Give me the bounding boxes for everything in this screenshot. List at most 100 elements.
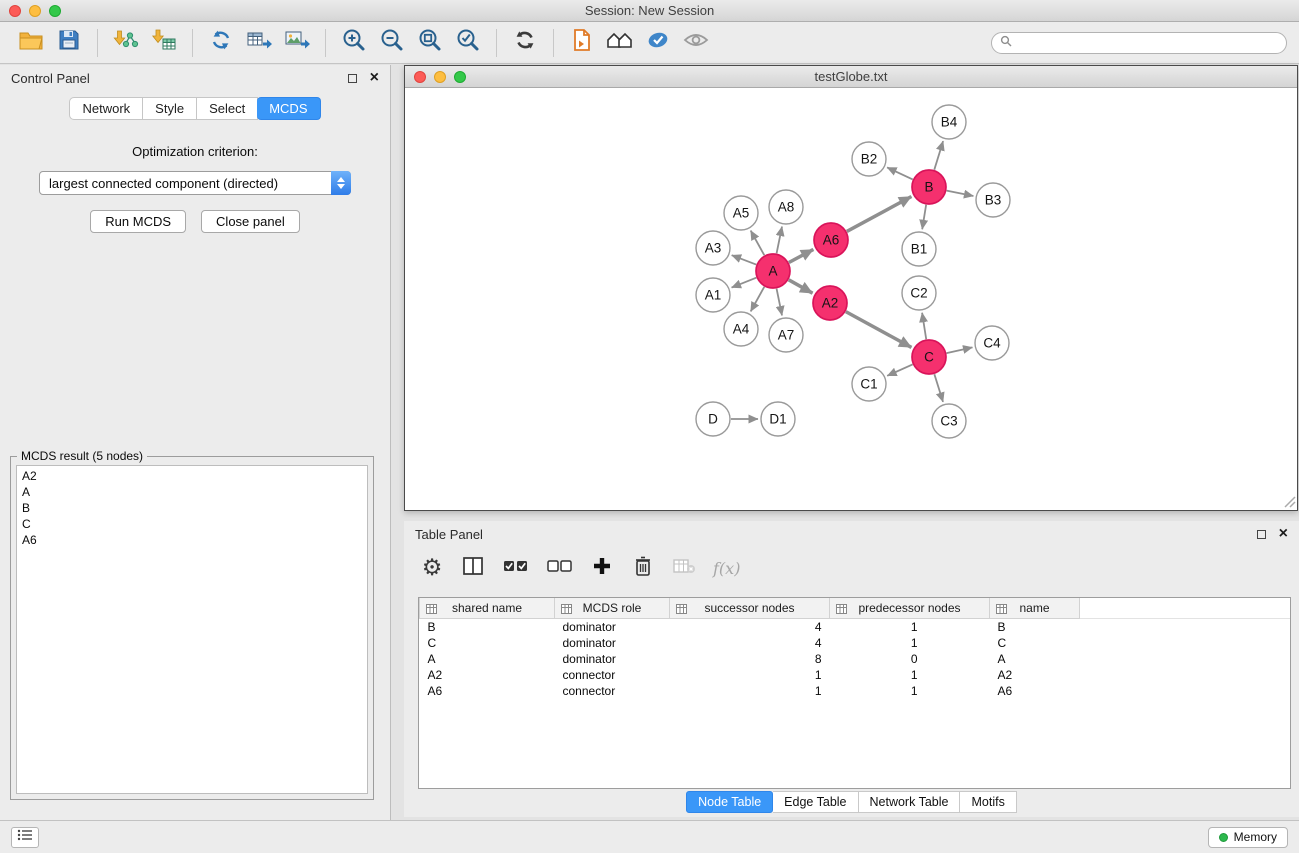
network-node[interactable]: A6 (814, 223, 848, 257)
network-edge[interactable] (732, 278, 757, 288)
network-node[interactable]: A2 (813, 286, 847, 320)
network-node[interactable]: B (912, 170, 946, 204)
mcds-result-item[interactable]: C (22, 516, 362, 532)
tab-mcds[interactable]: MCDS (257, 97, 320, 120)
network-edge[interactable] (922, 313, 926, 339)
import-table-button[interactable] (145, 26, 183, 60)
network-edge[interactable] (947, 347, 973, 353)
deselect-all-button[interactable] (546, 555, 573, 581)
network-node[interactable]: A1 (696, 278, 730, 312)
zoom-in-button[interactable] (335, 26, 373, 60)
network-edge[interactable] (922, 205, 926, 229)
zoom-selected-button[interactable] (449, 26, 487, 60)
minimize-network-window-button[interactable] (434, 71, 446, 83)
tab-network[interactable]: Network (69, 97, 143, 120)
mcds-result-list[interactable]: A2ABCA6 (16, 465, 368, 794)
tab-motifs[interactable]: Motifs (960, 791, 1016, 813)
network-node[interactable]: C1 (852, 367, 886, 401)
zoom-window-button[interactable] (49, 5, 61, 17)
network-edge[interactable] (789, 249, 813, 262)
float-table-panel-icon[interactable] (1257, 530, 1266, 539)
network-edge[interactable] (777, 289, 782, 316)
network-edge[interactable] (789, 280, 813, 293)
open-session-button[interactable] (12, 26, 50, 60)
column-header-successor-nodes[interactable]: successor nodes (670, 598, 830, 618)
network-node[interactable]: B1 (902, 232, 936, 266)
network-node[interactable]: D (696, 402, 730, 436)
network-node[interactable]: C4 (975, 326, 1009, 360)
network-edge[interactable] (751, 287, 765, 312)
network-node[interactable]: A7 (769, 318, 803, 352)
table-row[interactable]: Cdominator41C (420, 635, 1291, 651)
network-edge[interactable] (934, 374, 943, 402)
network-node[interactable]: D1 (761, 402, 795, 436)
network-node[interactable]: C2 (902, 276, 936, 310)
export-image-button[interactable] (278, 26, 316, 60)
node-table[interactable]: shared name MCDS role successor nodes pr… (418, 597, 1291, 789)
task-history-button[interactable] (11, 827, 39, 848)
float-panel-icon[interactable] (348, 74, 357, 83)
close-network-window-button[interactable] (414, 71, 426, 83)
network-edge[interactable] (846, 312, 912, 348)
document-arrow-button[interactable] (563, 26, 601, 60)
table-row[interactable]: A2connector11A2 (420, 667, 1291, 683)
close-table-panel-icon[interactable]: × (1279, 526, 1288, 542)
network-node[interactable]: B3 (976, 183, 1010, 217)
network-node[interactable]: A (756, 254, 790, 288)
search-box[interactable] (991, 32, 1287, 54)
export-table-button[interactable] (240, 26, 278, 60)
column-header-shared-name[interactable]: shared name (420, 598, 555, 618)
show-hide-button[interactable] (677, 26, 715, 60)
close-window-button[interactable] (9, 5, 21, 17)
network-edge[interactable] (777, 227, 782, 254)
tab-node-table[interactable]: Node Table (686, 791, 773, 813)
zoom-out-button[interactable] (373, 26, 411, 60)
import-network-button[interactable] (107, 26, 145, 60)
network-edge[interactable] (947, 191, 974, 196)
table-settings-button[interactable]: ⚙ (420, 555, 444, 581)
curved-arrows-button[interactable] (202, 26, 240, 60)
network-node[interactable]: C (912, 340, 946, 374)
network-graph[interactable]: B4 B2 B3 A5 A8 B1 A3 C2 A1A4 A7 C4 C1 C3 D D1 B A6 A A2 C (405, 88, 1297, 509)
tab-select[interactable]: Select (197, 97, 258, 120)
tab-edge-table[interactable]: Edge Table (773, 791, 858, 813)
network-node[interactable]: A4 (724, 312, 758, 346)
network-edge[interactable] (847, 197, 912, 232)
resize-grip-icon[interactable] (1282, 494, 1296, 508)
minimize-window-button[interactable] (29, 5, 41, 17)
criterion-dropdown[interactable]: largest connected component (directed) (39, 171, 351, 195)
column-header-name[interactable]: name (990, 598, 1080, 618)
network-edge[interactable] (934, 141, 943, 170)
run-mcds-button[interactable]: Run MCDS (90, 210, 186, 233)
network-edge[interactable] (732, 255, 757, 264)
network-edge[interactable] (887, 364, 912, 375)
add-column-button[interactable] (590, 555, 614, 581)
mcds-result-item[interactable]: A (22, 484, 362, 500)
network-node[interactable]: B2 (852, 142, 886, 176)
show-columns-button[interactable] (461, 555, 485, 581)
network-node[interactable]: A3 (696, 231, 730, 265)
zoom-network-window-button[interactable] (454, 71, 466, 83)
close-panel-icon[interactable]: × (370, 70, 379, 86)
close-panel-button[interactable]: Close panel (201, 210, 300, 233)
select-all-button[interactable] (502, 555, 529, 581)
column-header-mcds-role[interactable]: MCDS role (555, 598, 670, 618)
mcds-result-item[interactable]: B (22, 500, 362, 516)
network-node[interactable]: A5 (724, 196, 758, 230)
table-row[interactable]: Bdominator41B (420, 618, 1291, 635)
tab-style[interactable]: Style (143, 97, 197, 120)
tab-network-table[interactable]: Network Table (859, 791, 961, 813)
refresh-button[interactable] (506, 26, 544, 60)
search-input[interactable] (1017, 36, 1278, 50)
graphics-details-button[interactable] (639, 26, 677, 60)
column-header-predecessor-nodes[interactable]: predecessor nodes (830, 598, 990, 618)
save-session-button[interactable] (50, 26, 88, 60)
network-canvas[interactable]: B4 B2 B3 A5 A8 B1 A3 C2 A1A4 A7 C4 C1 C3 D D1 B A6 A A2 C (405, 88, 1297, 509)
table-row[interactable]: A6connector11A6 (420, 683, 1291, 699)
network-node[interactable]: A8 (769, 190, 803, 224)
network-edge[interactable] (887, 167, 913, 179)
network-node[interactable]: B4 (932, 105, 966, 139)
network-edge[interactable] (751, 231, 765, 256)
network-node[interactable]: C3 (932, 404, 966, 438)
home-view-button[interactable] (601, 26, 639, 60)
